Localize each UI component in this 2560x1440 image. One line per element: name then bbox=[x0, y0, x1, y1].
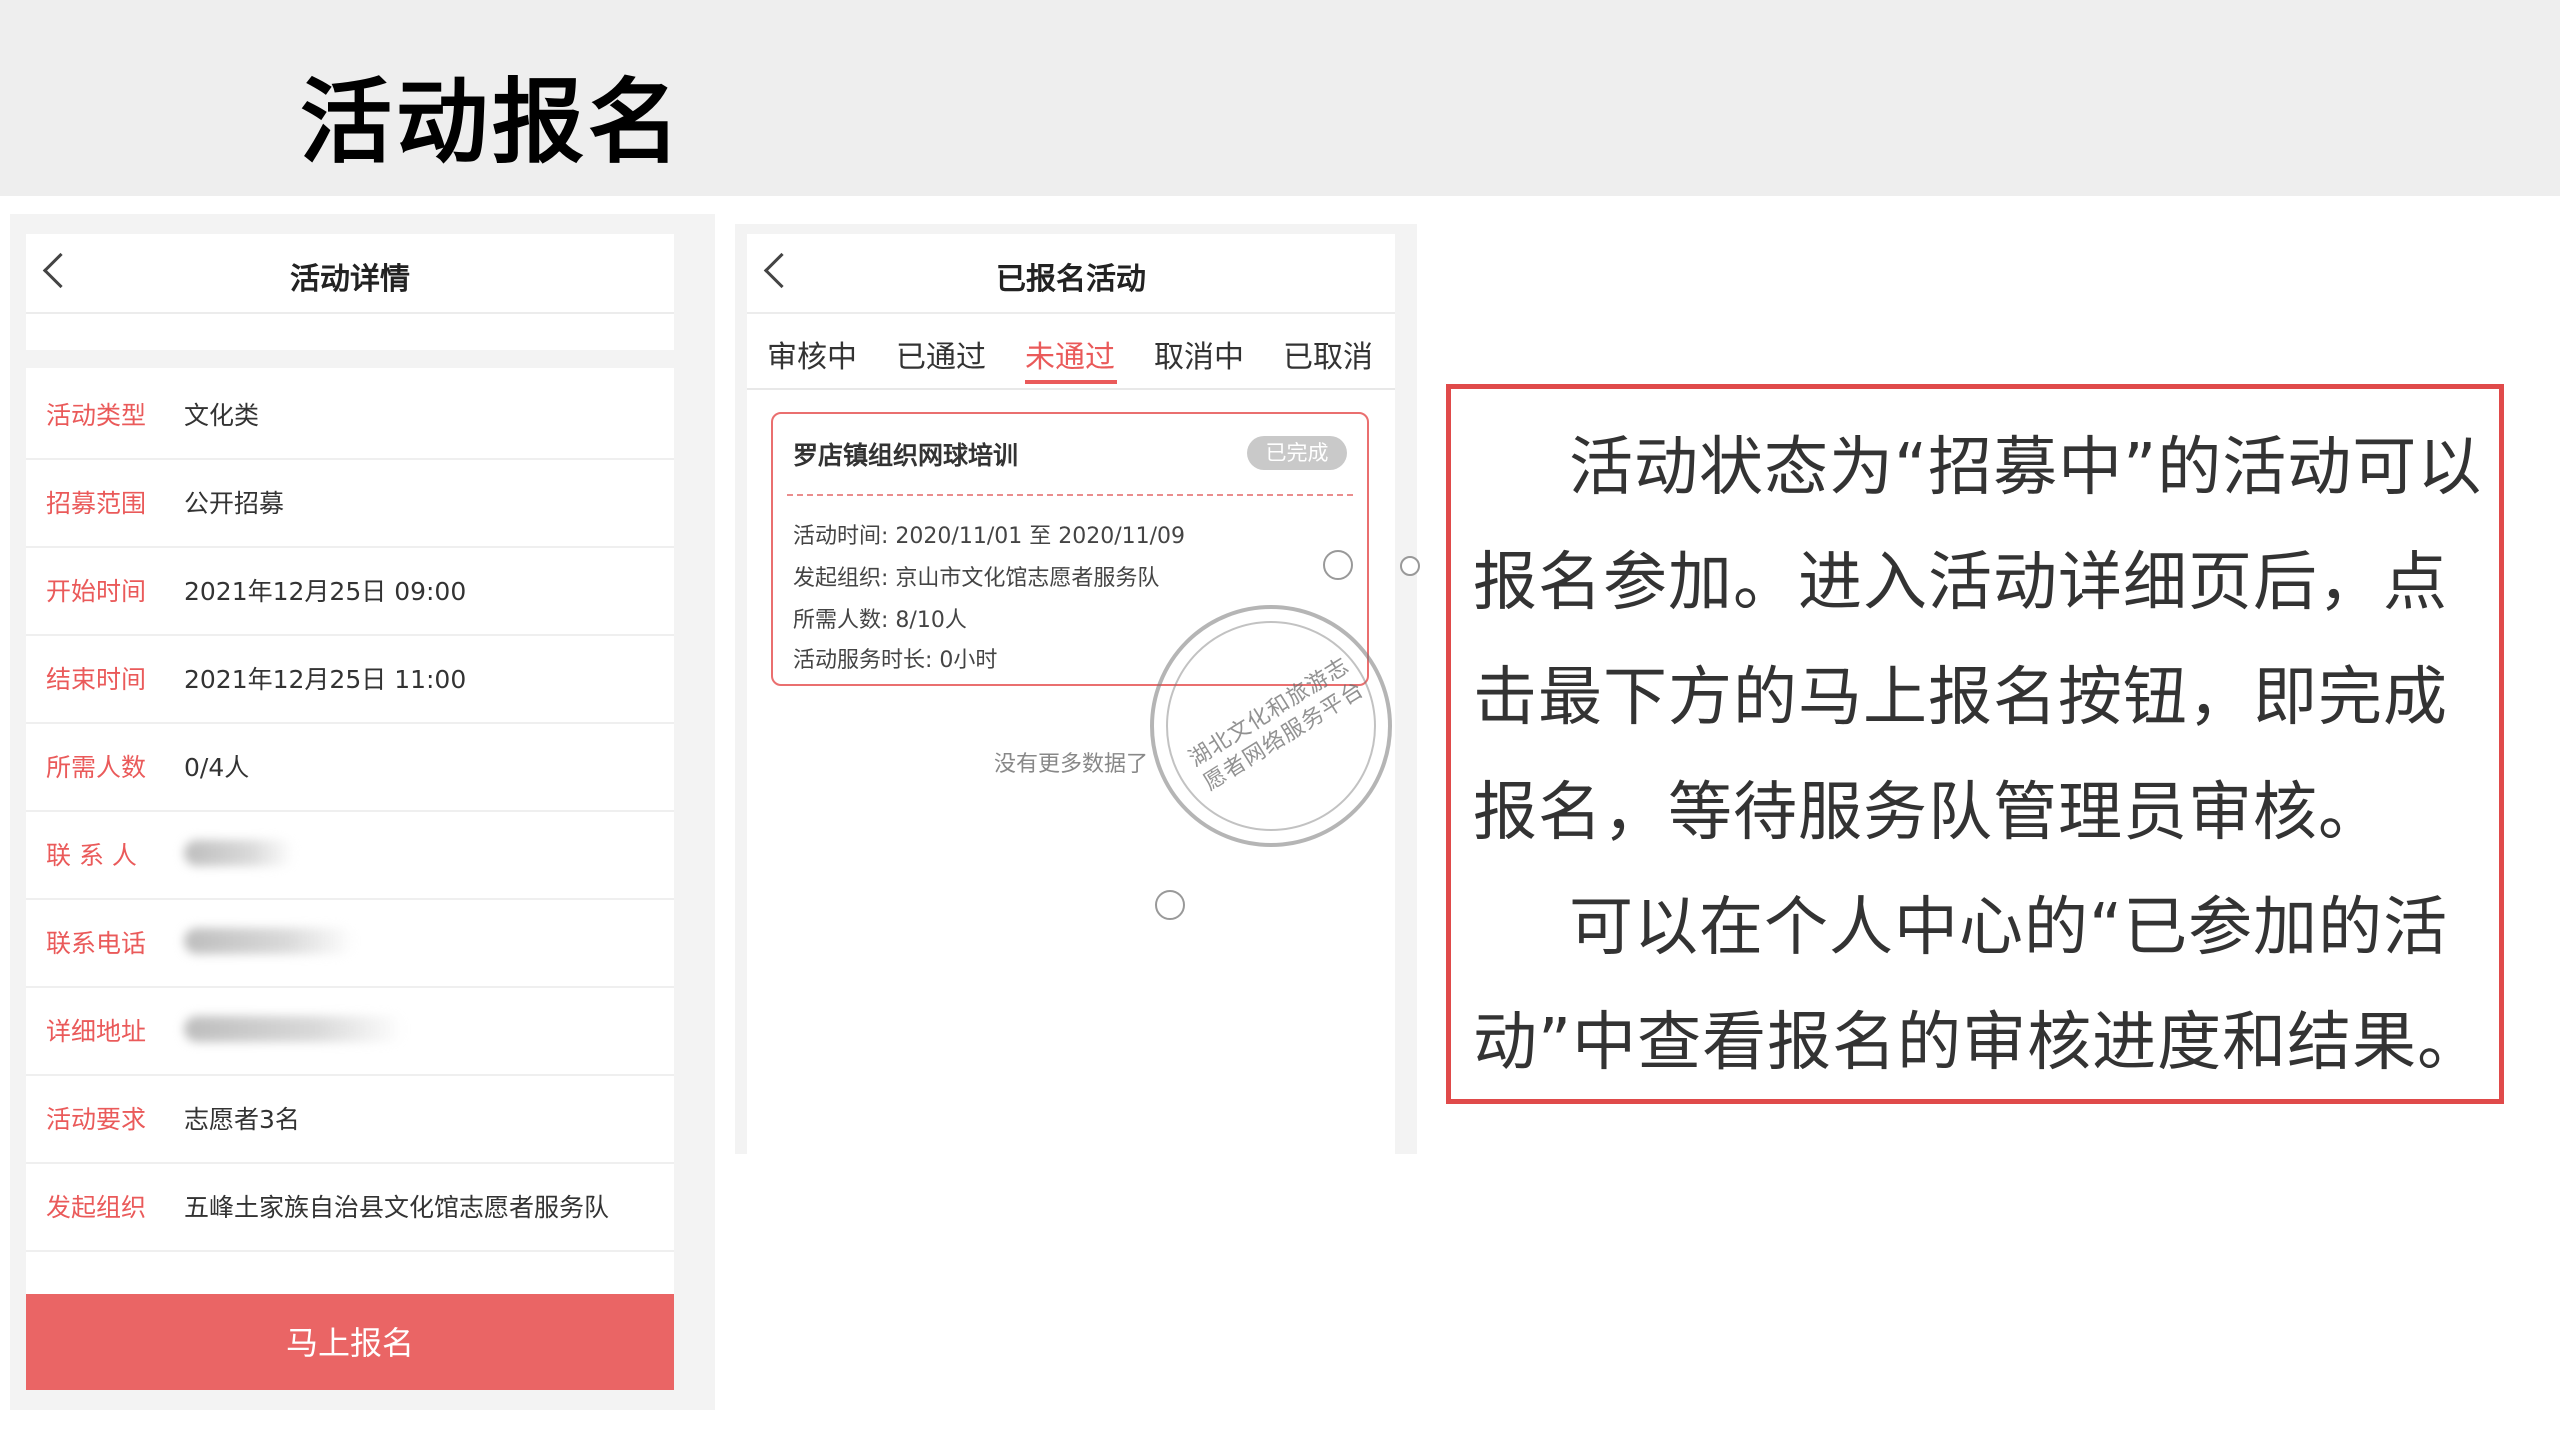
field-row-organizer: 发起组织 五峰土家族自治县文化馆志愿者服务队 bbox=[26, 1162, 674, 1252]
card-divider bbox=[787, 494, 1353, 496]
section-divider bbox=[26, 350, 674, 368]
field-value: 五峰土家族自治县文化馆志愿者服务队 bbox=[184, 1193, 610, 1222]
tab-cancelling[interactable]: 取消中 bbox=[1154, 332, 1244, 376]
card-key: 发起组织: bbox=[793, 566, 889, 591]
field-label: 招募范围 bbox=[46, 489, 147, 518]
card-key: 活动时间: bbox=[793, 524, 889, 549]
field-row-address: 详细地址 bbox=[26, 986, 674, 1076]
tab-rejected[interactable]: 未通过 bbox=[1025, 332, 1115, 376]
card-key: 活动服务时长: bbox=[793, 648, 933, 673]
registered-header-title: 已报名活动 bbox=[996, 262, 1146, 297]
status-tabs: 审核中 已通过 未通过 取消中 已取消 bbox=[747, 316, 1395, 390]
card-value: 0小时 bbox=[939, 648, 998, 673]
description-paragraph-1: 活动状态为“招募中”的活动可以报名参加。进入活动详细页后，点击最下方的马上报名按… bbox=[1473, 431, 2483, 850]
detail-header-title: 活动详情 bbox=[290, 262, 410, 297]
card-value: 2020/11/01 至 2020/11/09 bbox=[895, 524, 1186, 549]
field-label: 结束时间 bbox=[46, 665, 147, 694]
field-row-start-time: 开始时间 2021年12月25日 09:00 bbox=[26, 546, 674, 636]
field-row-recruit-scope: 招募范围 公开招募 bbox=[26, 458, 674, 548]
description-paragraph-2: 可以在个人中心的“已参加的活动”中查看报名的审核进度和结果。 bbox=[1473, 891, 2483, 1080]
field-label: 活动类型 bbox=[46, 401, 147, 430]
card-key: 所需人数: bbox=[793, 608, 889, 633]
card-line-hours: 活动服务时长: 0小时 bbox=[793, 642, 997, 674]
tab-cancelled[interactable]: 已取消 bbox=[1283, 332, 1373, 376]
field-value: 公开招募 bbox=[184, 489, 285, 518]
field-label: 开始时间 bbox=[46, 577, 147, 606]
field-row-end-time: 结束时间 2021年12月25日 11:00 bbox=[26, 634, 674, 724]
active-tab-indicator bbox=[1025, 380, 1117, 384]
card-line-people: 所需人数: 8/10人 bbox=[793, 602, 967, 634]
field-row-activity-type: 活动类型 文化类 bbox=[26, 370, 674, 460]
field-row-requirement: 活动要求 志愿者3名 bbox=[26, 1074, 674, 1164]
status-badge: 已完成 bbox=[1247, 436, 1347, 470]
activity-detail-screen: 活动详情 活动类型 文化类 招募范围 公开招募 开始时间 2021年12月25日… bbox=[26, 234, 674, 1390]
card-value: 京山市文化馆志愿者服务队 bbox=[895, 566, 1160, 591]
field-value: 志愿者3名 bbox=[184, 1105, 300, 1134]
radio-circle[interactable] bbox=[1323, 550, 1353, 580]
field-label: 联系电话 bbox=[46, 929, 147, 958]
slide-title: 活动报名 bbox=[300, 69, 685, 176]
tab-pending[interactable]: 审核中 bbox=[767, 332, 857, 376]
card-line-time: 活动时间: 2020/11/01 至 2020/11/09 bbox=[793, 518, 1185, 550]
field-row-people-needed: 所需人数 0/4人 bbox=[26, 722, 674, 812]
field-row-contact-phone: 联系电话 bbox=[26, 898, 674, 988]
redacted-value bbox=[184, 840, 294, 866]
signup-button[interactable]: 马上报名 bbox=[26, 1294, 674, 1390]
watermark-stamp: 湖北文化和旅游志 愿者网络服务平台 bbox=[1150, 605, 1392, 847]
field-label: 联 系 人 bbox=[46, 841, 137, 870]
field-label: 所需人数 bbox=[46, 753, 147, 782]
field-value: 文化类 bbox=[184, 401, 260, 430]
field-label: 详细地址 bbox=[46, 1017, 147, 1046]
detail-header: 活动详情 bbox=[26, 234, 674, 314]
field-value: 2021年12月25日 09:00 bbox=[184, 577, 467, 606]
redacted-value bbox=[184, 928, 354, 954]
redacted-value bbox=[184, 1016, 404, 1042]
tab-approved[interactable]: 已通过 bbox=[896, 332, 986, 376]
card-value: 8/10人 bbox=[895, 608, 967, 633]
field-row-contact-person: 联 系 人 bbox=[26, 810, 674, 900]
card-line-organizer: 发起组织: 京山市文化馆志愿者服务队 bbox=[793, 560, 1159, 592]
description-box: 活动状态为“招募中”的活动可以报名参加。进入活动详细页后，点击最下方的马上报名按… bbox=[1446, 384, 2504, 1104]
radio-circle[interactable] bbox=[1155, 890, 1185, 920]
field-value: 0/4人 bbox=[184, 753, 250, 782]
field-label: 活动要求 bbox=[46, 1105, 147, 1134]
registered-header: 已报名活动 bbox=[747, 234, 1395, 314]
activity-card-title: 罗店镇组织网球培训 bbox=[793, 441, 1019, 470]
field-label: 发起组织 bbox=[46, 1193, 147, 1222]
field-value: 2021年12月25日 11:00 bbox=[184, 665, 467, 694]
radio-circle[interactable] bbox=[1400, 556, 1420, 576]
